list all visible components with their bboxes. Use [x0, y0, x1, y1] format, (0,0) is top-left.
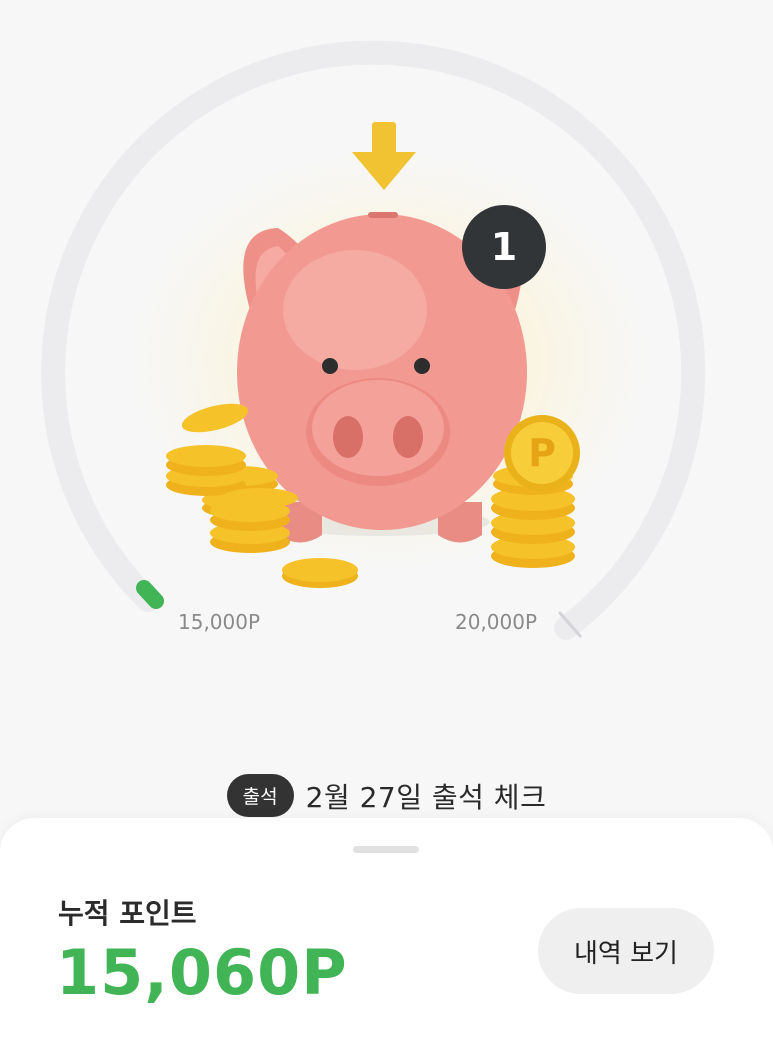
progress-max-label: 20,000P	[455, 610, 538, 634]
sheet-drag-handle[interactable]	[353, 846, 419, 853]
attendance-check[interactable]: 출석 2월 27일 출석 체크	[0, 774, 773, 817]
points-label: 누적 포인트	[58, 897, 197, 930]
points-value: 15,060P	[56, 936, 348, 1009]
arrow-down-icon	[352, 122, 416, 190]
progress-min-label: 15,000P	[178, 610, 261, 634]
piggy-bank-stage: P 1 15,000P 20,000P 출석 2월 27일 출석 체크	[0, 0, 773, 830]
attendance-text: 2월 27일 출석 체크	[305, 780, 547, 814]
points-sheet: 누적 포인트 15,060P 내역 보기	[0, 818, 773, 1055]
history-button[interactable]: 내역 보기	[538, 908, 714, 994]
piggy-bank-illustration: P	[166, 122, 580, 588]
svg-text:P: P	[528, 431, 556, 475]
count-badge: 1	[462, 205, 546, 289]
attendance-chip: 출석	[226, 774, 294, 817]
coin-icon: P	[504, 415, 580, 491]
